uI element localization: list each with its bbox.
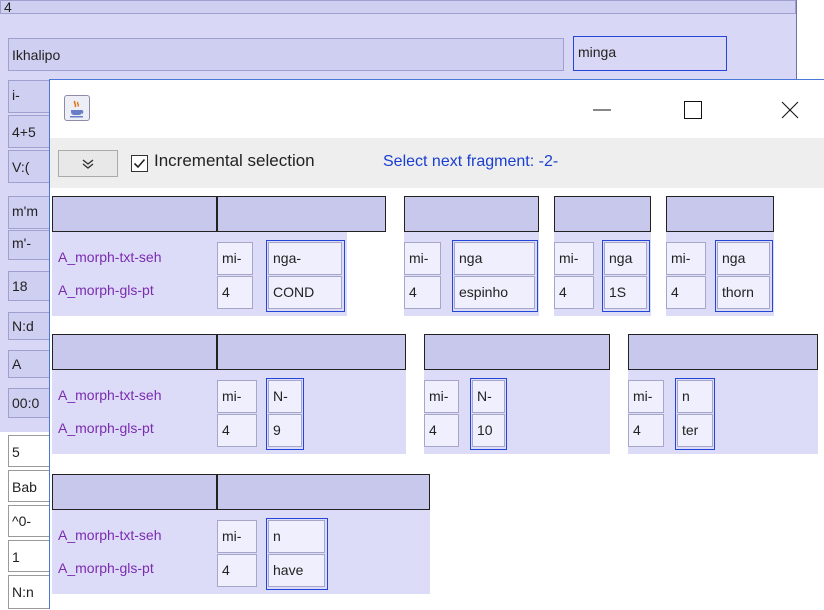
grid-cell-left-1[interactable]: i- [8,80,50,113]
selected-fragment-frame [266,518,328,590]
toolbar: Incremental selection Select next fragme… [50,138,824,188]
fragment-header [628,334,818,370]
options-dropdown-button[interactable] [58,150,118,177]
annotation-cell[interactable]: 4 [554,276,594,309]
fragment-group[interactable]: A_morph-txt-seh A_morph-gls-pt mi- 4 nga… [52,196,386,316]
incremental-selection-label[interactable]: Incremental selection [154,151,315,171]
annotation-cell[interactable]: mi- [628,380,664,413]
annotation-cell[interactable]: mi- [404,242,441,275]
fragments-panel: A_morph-txt-seh A_morph-gls-pt mi- 4 nga… [50,188,824,610]
selected-fragment-frame [675,378,715,450]
close-icon[interactable] [767,90,813,130]
fragment-header [217,474,430,510]
tier-label: A_morph-gls-pt [58,282,154,298]
title-bar[interactable] [50,80,824,138]
fragment-header [666,196,774,232]
annotation-cell[interactable]: 4 [217,276,253,309]
annotation-cell[interactable]: 4 [404,276,441,309]
incremental-selection-checkbox[interactable] [131,155,148,172]
grid-cell-name[interactable]: Ikhalipo [8,38,564,71]
fragment-header [217,334,406,370]
grid-cell-lower-2[interactable]: Bab [8,470,50,502]
fragment-selection-dialog: Incremental selection Select next fragme… [49,79,824,610]
java-coffee-cup-icon [64,95,90,121]
annotation-cell[interactable]: mi- [217,380,257,413]
tier-label: A_morph-gls-pt [58,560,154,576]
fragment-group[interactable]: mi- 4 nga thorn [666,196,774,316]
annotation-cell[interactable]: mi- [217,520,257,553]
annotation-cell[interactable]: 4 [666,276,706,309]
tier-label: A_morph-txt-seh [58,527,162,543]
selected-fragment-frame [602,240,650,312]
annotation-cell[interactable]: 4 [217,414,257,447]
fragment-group[interactable]: A_morph-txt-seh A_morph-gls-pt mi- 4 N- … [52,334,406,454]
fragment-header [52,196,217,232]
annotation-cell[interactable]: mi- [666,242,706,275]
fragment-group[interactable]: mi- 4 nga espinho [404,196,539,316]
selected-fragment-frame [452,240,538,312]
annotation-cell[interactable]: mi- [554,242,594,275]
annotation-cell[interactable]: 4 [424,414,459,447]
fragment-header [52,334,217,370]
fragment-group[interactable]: mi- 4 n ter [628,334,818,454]
annotation-cell[interactable]: mi- [217,242,253,275]
grid-cell-lower-3[interactable]: ^0- [8,505,50,537]
selected-fragment-frame [470,378,507,450]
tier-label: A_morph-gls-pt [58,420,154,436]
tier-label: A_morph-txt-seh [58,387,162,403]
chevron-down-icon [82,158,94,169]
selected-fragment-frame [266,240,345,312]
grid-cell-left-4[interactable]: m'm [8,196,50,229]
annotation-cell[interactable]: 4 [217,554,257,587]
fragment-group[interactable]: mi- 4 nga 1S [554,196,651,316]
grid-cell-left-9[interactable]: 00:0 [8,388,50,418]
selected-fragment-frame [266,378,304,450]
fragment-header [424,334,610,370]
checkmark-icon [133,158,146,169]
grid-cell-left-5[interactable]: m'- [8,230,50,260]
annotation-cell[interactable]: 4 [628,414,664,447]
fragment-header [217,196,386,232]
grid-field-value[interactable]: minga [573,36,727,71]
selected-fragment-frame [715,240,773,312]
minimize-icon[interactable] [579,90,625,130]
grid-cell-lower-4[interactable]: 1 [8,540,50,572]
fragment-group[interactable]: A_morph-txt-seh A_morph-gls-pt mi- 4 n h… [52,474,430,594]
status-message: Select next fragment: -2- [383,153,559,170]
fragment-header [404,196,539,232]
grid-cell-left-7[interactable]: N:d [8,312,50,340]
grid-cell-left-3[interactable]: V:( [8,150,50,183]
annotation-cell[interactable]: mi- [424,380,459,413]
grid-cell-left-6[interactable]: 18 [8,271,50,301]
grid-cell-top[interactable]: 4 [0,0,796,14]
grid-cell-left-8[interactable]: A [8,350,50,378]
grid-cell-lower-5[interactable]: N:n [8,575,50,609]
fragment-header [554,196,651,232]
fragment-header [52,474,217,510]
maximize-icon[interactable] [670,90,716,130]
fragment-group[interactable]: mi- 4 N- 10 [424,334,610,454]
grid-cell-lower-1[interactable]: 5 [8,435,50,467]
grid-cell-left-2[interactable]: 4+5 [8,115,50,148]
tier-label: A_morph-txt-seh [58,249,162,265]
